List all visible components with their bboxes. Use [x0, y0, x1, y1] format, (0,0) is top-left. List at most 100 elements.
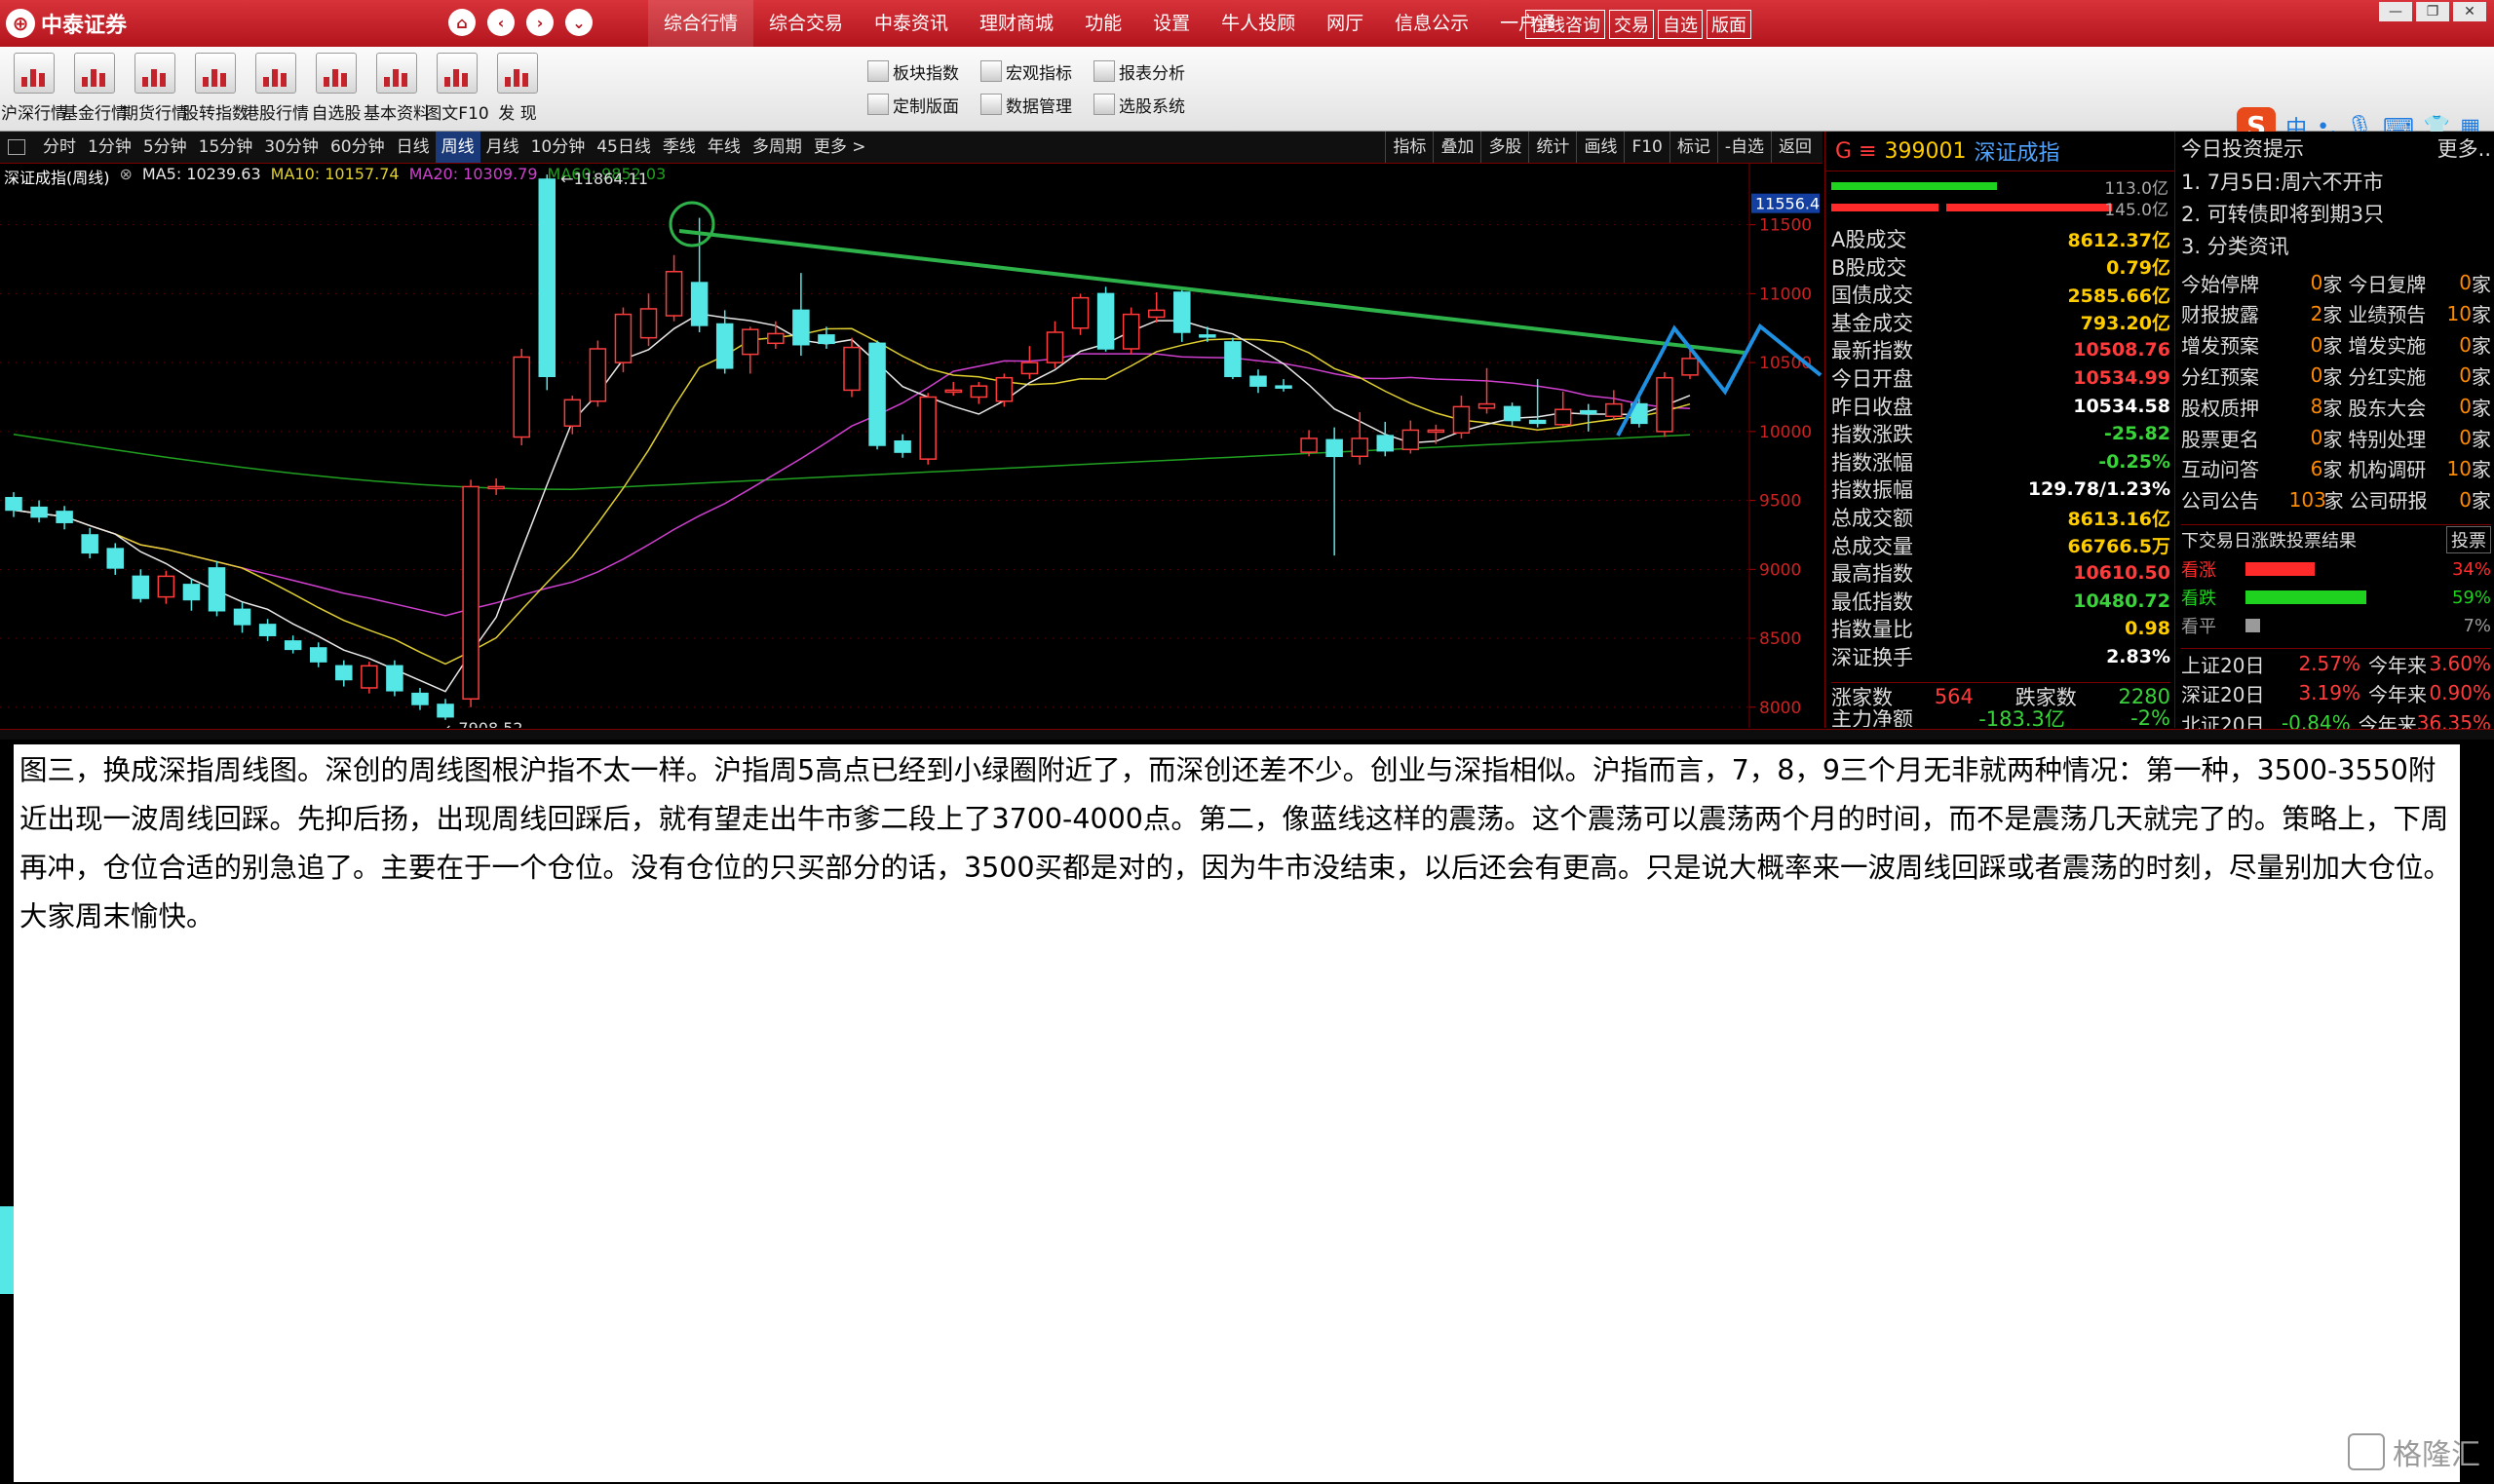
home-icon[interactable]: ⌂ [448, 9, 476, 36]
trade-button[interactable]: 自选 [1658, 10, 1703, 39]
tip-item[interactable]: 1. 7月5日:周六不开市 [2181, 167, 2491, 196]
index-stat-value: 2585.66亿 [2067, 285, 2170, 307]
index-stat-label: A股成交 [1831, 228, 1907, 251]
back-icon[interactable]: ‹ [487, 9, 515, 36]
index-stat-label: 最新指数 [1831, 339, 1913, 363]
top-menu-item[interactable]: 功能 [1069, 0, 1137, 47]
trade-button[interactable]: 版面 [1707, 10, 1751, 39]
vote-button[interactable]: 投票 [2446, 526, 2491, 553]
top-menu-item[interactable]: 中泰资讯 [859, 0, 964, 47]
stat-value: 0 [2459, 332, 2472, 357]
chart-tool-button[interactable]: 统计 [1528, 132, 1576, 163]
stat-value: 103 [2288, 487, 2326, 512]
chart-tool-button[interactable]: 画线 [1576, 132, 1624, 163]
tip-item[interactable]: 2. 可转债即将到期3只 [2181, 199, 2491, 228]
tool-button[interactable]: 基本资料 [364, 53, 430, 129]
period-tab[interactable]: 60分钟 [325, 132, 391, 163]
forward-icon[interactable]: › [526, 9, 554, 36]
vote-bar [2245, 590, 2366, 604]
tool-button[interactable]: 股转指数 [182, 53, 249, 129]
period-tab[interactable]: 15分钟 [193, 132, 259, 163]
period-tab[interactable]: 周线 [435, 132, 480, 163]
period-tab[interactable]: 多周期 [747, 132, 808, 163]
index-change-mid: 今年来 [2368, 653, 2427, 677]
index-change-row: 上证20日 2.57% 今年来 3.60% [2181, 648, 2491, 678]
index-stat-row: 深证换手 2.83% [1831, 643, 2170, 670]
tip-item[interactable]: 3. 分类资讯 [2181, 231, 2491, 260]
secondary-tool-button[interactable]: 选股系统 [1094, 90, 1185, 119]
chart-tool-button[interactable]: -自选 [1716, 132, 1771, 163]
candle-body [665, 271, 683, 317]
top-menu-item[interactable]: 网厅 [1311, 0, 1379, 47]
period-tab[interactable]: 更多 > [808, 132, 872, 163]
tool-button[interactable]: 图文F10 [425, 53, 489, 129]
restore-icon[interactable]: ❐ [2416, 2, 2449, 21]
stat-value: 0 [2459, 363, 2472, 388]
period-tab[interactable]: 1分钟 [82, 132, 137, 163]
period-tab[interactable]: 10分钟 [525, 132, 592, 163]
tool-button[interactable]: 基金行情 [61, 53, 128, 129]
period-tab[interactable]: 季线 [657, 132, 702, 163]
stat-row[interactable]: 财报披露 2 家业绩预告 10 家 [2181, 299, 2491, 328]
index-stat-label: 指数振幅 [1831, 478, 1913, 503]
secondary-tool-button[interactable]: 宏观指标 [980, 57, 1072, 86]
top-menu-item[interactable]: 综合交易 [753, 0, 859, 47]
tool-button[interactable]: 自选股 [308, 53, 365, 129]
tool-button[interactable]: 港股行情 [243, 53, 309, 129]
stat-row[interactable]: 股票更名 0 家特别处理 0 家 [2181, 423, 2491, 452]
dropdown-icon[interactable]: ⌄ [565, 9, 593, 36]
candle-body [1528, 419, 1547, 425]
stat-row[interactable]: 分红预案 0 家分红实施 0 家 [2181, 361, 2491, 390]
panel-toggle-icon[interactable] [8, 139, 25, 155]
stat-row[interactable]: 互动问答 6 家机构调研 10 家 [2181, 454, 2491, 483]
top-menu-item[interactable]: 理财商城 [964, 0, 1069, 47]
top-menu-item[interactable]: 信息公示 [1379, 0, 1484, 47]
candlestick-chart[interactable]: 1150011000105001000095009000850080001155… [0, 163, 1823, 728]
tips-more-link[interactable]: 更多.. [2437, 133, 2491, 163]
top-menu-item[interactable]: 牛人投顾 [1206, 0, 1311, 47]
candle-body [1122, 313, 1140, 350]
top-menu-item[interactable]: 设置 [1137, 0, 1206, 47]
tool-button[interactable]: 沪深行情 [1, 53, 67, 129]
index-change-value: 2.57% [2298, 652, 2360, 675]
index-stat-value: 2.83% [2106, 646, 2170, 667]
period-tab[interactable]: 30分钟 [258, 132, 325, 163]
secondary-tool-button[interactable]: 板块指数 [867, 57, 959, 86]
top-menu-item[interactable]: 综合行情 [648, 0, 754, 47]
chart-tool-button[interactable]: 多股 [1480, 132, 1528, 163]
minimize-icon[interactable]: — [2379, 2, 2412, 21]
tool-button[interactable]: 期货行情 [122, 53, 188, 129]
main-flow-row: 主力净额 -183.3亿 -2% [1831, 709, 2170, 727]
candle-body [792, 309, 810, 346]
stat-value: 8 [2310, 395, 2323, 419]
period-tab[interactable]: 5分钟 [137, 132, 193, 163]
secondary-tool-button[interactable]: 定制版面 [867, 90, 959, 119]
secondary-tool-button[interactable]: 数据管理 [980, 90, 1072, 119]
ma60-line [13, 433, 1691, 491]
tool-icon [195, 53, 236, 94]
stat-row[interactable]: 股权质押 8 家股东大会 0 家 [2181, 392, 2491, 421]
period-tab[interactable]: 年线 [702, 132, 747, 163]
close-icon[interactable]: ✕ [2453, 2, 2486, 21]
stat-value: 0 [2310, 363, 2323, 388]
stat-row[interactable]: 公司公告 103 家公司研报 0 家 [2181, 485, 2491, 514]
chart-tool-button[interactable]: 叠加 [1433, 132, 1480, 163]
secondary-tool-button[interactable]: 报表分析 [1094, 57, 1185, 86]
period-tab[interactable]: 分时 [37, 132, 82, 163]
period-tab[interactable]: 日线 [391, 132, 436, 163]
tool-button[interactable]: 发 现 [489, 53, 546, 129]
chart-tool-button[interactable]: 标记 [1669, 132, 1717, 163]
trade-button[interactable]: 在线咨询 [1525, 10, 1605, 39]
trade-button[interactable]: 交易 [1609, 10, 1654, 39]
tool-label: 股转指数 [182, 104, 249, 124]
period-tab[interactable]: 45日线 [591, 132, 657, 163]
chart-tool-button[interactable]: 返回 [1771, 132, 1819, 163]
stat-label: 股票更名 [2181, 427, 2259, 451]
stat-row[interactable]: 今始停牌 0 家今日复牌 0 家 [2181, 268, 2491, 297]
chart-tool-button[interactable]: 指标 [1385, 132, 1433, 163]
stat-row[interactable]: 增发预案 0 家增发实施 0 家 [2181, 330, 2491, 360]
candle-body [1554, 408, 1572, 426]
period-tab[interactable]: 月线 [480, 132, 525, 163]
candle-body [1173, 291, 1191, 333]
chart-tool-button[interactable]: F10 [1624, 132, 1669, 163]
